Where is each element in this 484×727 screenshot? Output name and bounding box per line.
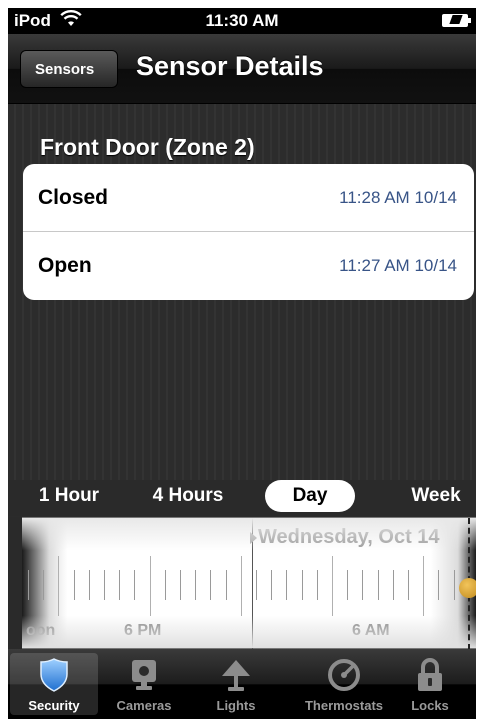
event-state: Open (38, 254, 92, 277)
navigation-bar: Sensors Sensor Details (8, 34, 476, 104)
timeline-tick (104, 570, 105, 600)
timeline-tick (180, 570, 181, 600)
tab-label: Locks (411, 698, 449, 713)
timeline-tick (58, 556, 60, 616)
timeline-tick (28, 570, 29, 600)
lamp-icon (218, 657, 254, 693)
tab-cameras[interactable]: Cameras (100, 653, 188, 715)
battery-icon (442, 14, 471, 27)
timeline-tick (301, 570, 303, 600)
timeline-tick (210, 570, 212, 600)
tab-security[interactable]: Security (10, 653, 98, 715)
tab-bar: Security Cameras Lights Thermostats Lock… (8, 649, 476, 719)
timeline-tick (225, 570, 227, 600)
timeline-tick (119, 570, 121, 600)
event-time: 11:28 AM 10/14 (339, 188, 457, 207)
timeline: Wednesday, Oct 14 oon 6 PM 6 AM (8, 517, 476, 657)
timeline-tick (347, 570, 349, 600)
timeline-tick (438, 570, 440, 600)
range-option-4-hours[interactable]: 4 Hours (134, 480, 242, 512)
timeline-tick (271, 570, 273, 600)
tab-label: Cameras (116, 698, 172, 713)
timeline-tick (286, 570, 288, 600)
timeline-tick (164, 570, 166, 600)
sensor-name: Front Door (Zone 2) (40, 134, 255, 160)
tab-locks[interactable]: Locks (386, 653, 474, 715)
timeline-tick (362, 570, 364, 600)
sensor-details-panel: Front Door (Zone 2) Closed 11:28 AM 10/1… (8, 104, 476, 488)
camera-icon (126, 657, 162, 693)
timeline-scroller[interactable]: Wednesday, Oct 14 oon 6 PM 6 AM (22, 517, 476, 650)
timeline-tick (256, 570, 257, 600)
range-option-week[interactable]: Week (388, 480, 476, 512)
event-row[interactable]: Open 11:27 AM 10/14 (23, 232, 474, 300)
lock-icon (412, 657, 448, 693)
timeline-tick (453, 570, 455, 600)
day-marker-arrow (250, 532, 257, 544)
back-button[interactable]: Sensors (20, 50, 118, 88)
timeline-tick (240, 556, 242, 616)
timeline-tick (316, 570, 318, 600)
device-screen: iPod 11:30 AM Sensors Sensor Details Fro… (8, 8, 476, 719)
event-time: 11:27 AM 10/14 (339, 256, 457, 275)
event-state: Closed (38, 186, 109, 209)
tab-label: Lights (216, 698, 256, 713)
tab-label: Thermostats (304, 698, 384, 713)
timeline-tick (43, 570, 45, 600)
timeline-tick (73, 570, 75, 600)
range-option-1-hour[interactable]: 1 Hour (22, 480, 116, 512)
timeline-day-label: Wednesday, Oct 14 (258, 526, 440, 548)
back-button-label: Sensors (35, 61, 95, 78)
shield-icon (36, 657, 72, 693)
time-range-selector: 1 Hour 4 Hours Day Week (8, 480, 476, 516)
range-option-day[interactable]: Day (265, 480, 355, 512)
timeline-tick (134, 570, 136, 600)
timeline-tick (88, 570, 90, 600)
timeline-tick (408, 570, 409, 600)
timeline-tick (377, 570, 379, 600)
timeline-tick (423, 556, 425, 616)
timeline-tick (332, 556, 333, 616)
events-list: Closed 11:28 AM 10/14 Open 11:27 AM 10/1… (23, 164, 474, 300)
timeline-tick (195, 570, 197, 600)
now-handle[interactable] (459, 578, 476, 598)
time-label-noon: oon (26, 622, 56, 639)
status-bar: iPod 11:30 AM (8, 8, 476, 34)
tab-lights[interactable]: Lights (192, 653, 280, 715)
event-row[interactable]: Closed 11:28 AM 10/14 (23, 164, 474, 232)
tab-label: Security (28, 698, 80, 713)
timeline-tick (149, 556, 151, 616)
tab-thermostats[interactable]: Thermostats (300, 653, 388, 715)
clock: 11:30 AM (205, 11, 279, 30)
timeline-tick (392, 570, 394, 600)
time-label-6am: 6 AM (352, 622, 390, 639)
page-title: Sensor Details (136, 51, 324, 81)
thermostat-icon (326, 657, 362, 693)
time-label-6pm: 6 PM (124, 622, 162, 639)
